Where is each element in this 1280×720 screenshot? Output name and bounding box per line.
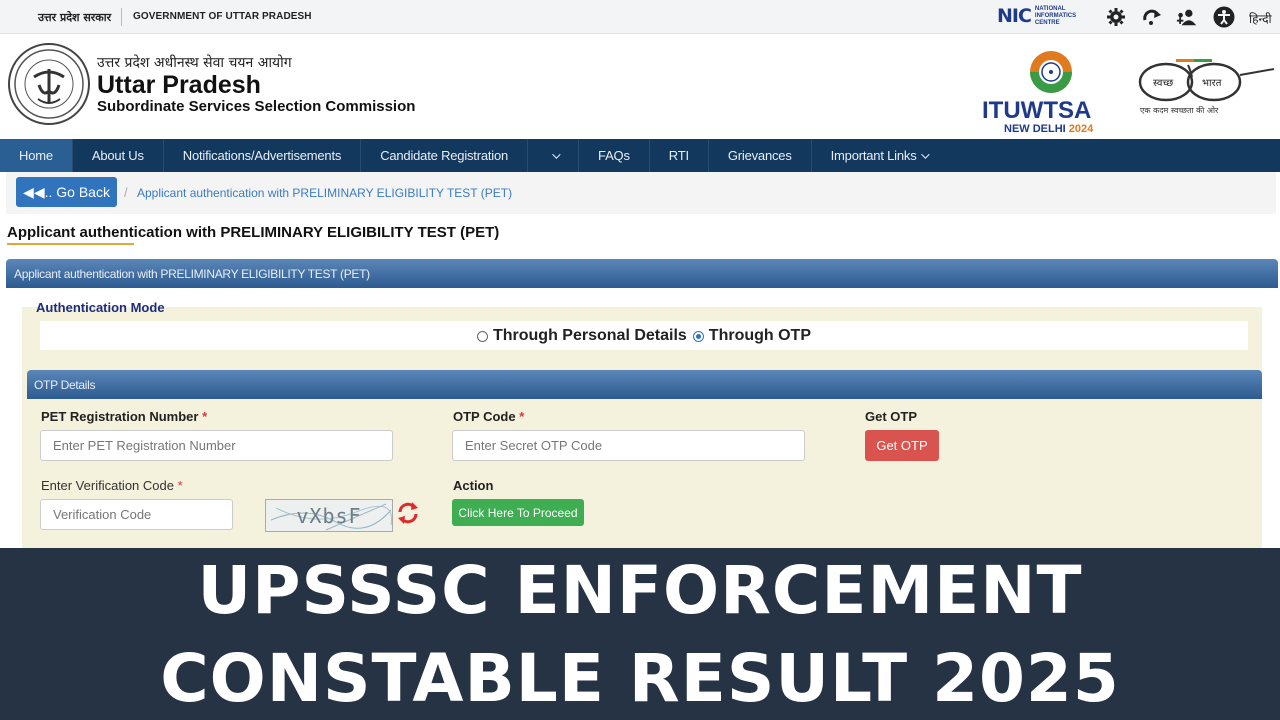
redo-icon[interactable] bbox=[1141, 6, 1163, 28]
proceed-button[interactable]: Click Here To Proceed bbox=[452, 499, 584, 526]
swachh-tagline: एक कदम स्वच्छता की ओर bbox=[1140, 106, 1219, 115]
go-back-button[interactable]: ◀◀.. Go Back bbox=[16, 177, 117, 207]
pet-registration-input[interactable] bbox=[40, 430, 393, 461]
itu-city: NEW DELHI 2024 bbox=[1004, 123, 1094, 135]
banner-line-1: UPSSSC ENFORCEMENT bbox=[197, 552, 1083, 629]
top-bar: उत्तर प्रदेश सरकार GOVERNMENT OF UTTAR P… bbox=[0, 0, 1280, 34]
pet-registration-label: PET Registration Number * bbox=[41, 409, 208, 424]
otp-code-label: OTP Code * bbox=[453, 409, 525, 424]
nav-about-us[interactable]: About Us bbox=[73, 139, 164, 172]
nav-candidate-registration[interactable]: Candidate Registration bbox=[361, 139, 529, 172]
breadcrumb-separator: / bbox=[124, 185, 128, 200]
nav-rti[interactable]: RTI bbox=[650, 139, 709, 172]
verification-code-input[interactable] bbox=[40, 499, 233, 530]
radio-through-otp-label: Through OTP bbox=[708, 326, 811, 344]
radio-personal-details-label: Through Personal Details bbox=[492, 326, 687, 344]
top-bar-divider bbox=[121, 8, 122, 26]
nav-faqs[interactable]: FAQs bbox=[579, 139, 650, 172]
main-nav: Home About Us Notifications/Advertisemen… bbox=[0, 139, 1280, 172]
breadcrumb: ◀◀.. Go Back / Applicant authentication … bbox=[6, 172, 1276, 214]
radio-button-selected[interactable] bbox=[692, 331, 704, 342]
nav-notifications[interactable]: Notifications/Advertisements bbox=[164, 139, 362, 172]
panel-heading: Applicant authentication with PRELIMINAR… bbox=[6, 259, 1278, 288]
title-underline bbox=[7, 243, 134, 245]
radio-button[interactable] bbox=[476, 331, 488, 342]
nav-grievances[interactable]: Grievances bbox=[709, 139, 812, 172]
users-icon[interactable] bbox=[1176, 6, 1198, 28]
page-title: Applicant authentication with PRELIMINAR… bbox=[7, 224, 500, 241]
language-toggle[interactable]: हिन्दी bbox=[1249, 10, 1272, 27]
gear-icon[interactable] bbox=[1105, 6, 1127, 28]
otp-details-heading: OTP Details bbox=[27, 370, 1262, 399]
up-emblem-logo[interactable] bbox=[8, 43, 90, 125]
auth-mode-options: Through Personal Details Through OTP bbox=[40, 321, 1248, 350]
get-otp-button[interactable]: Get OTP bbox=[865, 430, 939, 461]
swachh-word: स्वच्छ bbox=[1153, 78, 1174, 89]
title-banner: UPSSSC ENFORCEMENT CONSTABLE RESULT 2025 bbox=[0, 548, 1280, 720]
commission-hindi-name: उत्तर प्रदेश अधीनस्थ सेवा चयन आयोग bbox=[97, 55, 292, 71]
nic-mark: NIC bbox=[997, 5, 1032, 27]
nav-home[interactable]: Home bbox=[0, 139, 73, 172]
nav-dropdown-toggle[interactable] bbox=[528, 139, 580, 172]
bharat-word: भारत bbox=[1202, 78, 1222, 89]
refresh-captcha-icon[interactable] bbox=[396, 501, 420, 525]
otp-code-input[interactable] bbox=[452, 430, 805, 461]
verification-code-label: Enter Verification Code * bbox=[41, 478, 183, 493]
nav-important-links-label: Important Links bbox=[830, 148, 917, 163]
commission-title: Uttar Pradesh bbox=[97, 71, 261, 99]
radio-through-otp[interactable]: Through OTP bbox=[692, 326, 811, 345]
breadcrumb-current[interactable]: Applicant authentication with PRELIMINAR… bbox=[137, 186, 512, 200]
commission-subtitle: Subordinate Services Selection Commissio… bbox=[97, 98, 416, 115]
captcha-text: vXbsF bbox=[296, 503, 362, 528]
radio-personal-details[interactable]: Through Personal Details bbox=[476, 326, 687, 345]
nav-important-links[interactable]: Important Links bbox=[812, 139, 946, 172]
chevron-down-icon bbox=[920, 149, 930, 159]
nic-text: NATIONAL INFORMATICS CENTRE bbox=[1034, 5, 1077, 26]
hindi-gov-label: उत्तर प्रदेश सरकार bbox=[38, 11, 112, 24]
banner-line-2: CONSTABLE RESULT 2025 bbox=[160, 640, 1120, 717]
accessibility-icon[interactable] bbox=[1213, 6, 1235, 28]
get-otp-label: Get OTP bbox=[865, 409, 918, 424]
nic-logo[interactable]: NIC NATIONAL INFORMATICS CENTRE bbox=[997, 5, 1091, 27]
action-label: Action bbox=[453, 478, 494, 493]
auth-mode-label: Authentication Mode bbox=[36, 300, 165, 315]
chevron-down-icon bbox=[552, 149, 561, 159]
itu-logo-text: ITUWTSA bbox=[982, 97, 1092, 124]
swachh-bharat-logo[interactable]: स्वच्छ भारत एक कदम स्वच्छता की ओर bbox=[1136, 55, 1276, 125]
captcha-image: vXbsF bbox=[265, 499, 393, 532]
itu-wtsa-logo[interactable]: ITUWTSA NEW DELHI 2024 bbox=[982, 49, 1122, 137]
english-gov-label: GOVERNMENT OF UTTAR PRADESH bbox=[133, 11, 312, 22]
site-header: उत्तर प्रदेश अधीनस्थ सेवा चयन आयोग Uttar… bbox=[0, 35, 1280, 139]
